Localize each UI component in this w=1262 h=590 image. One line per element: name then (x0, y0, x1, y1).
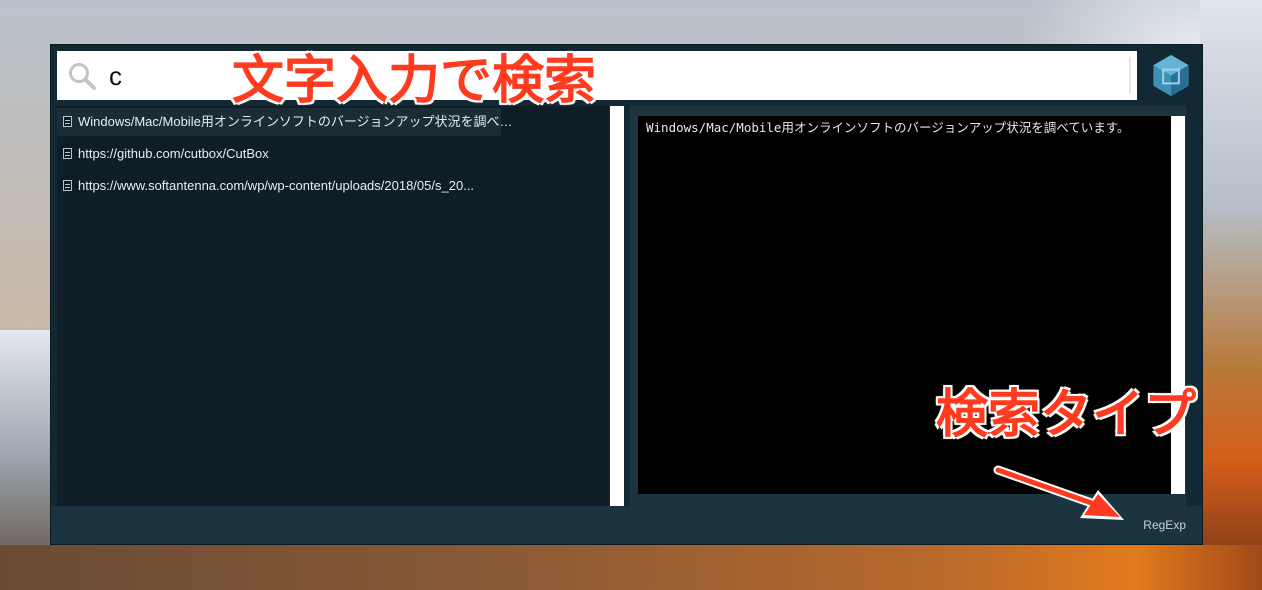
search-bar-edge (1129, 57, 1131, 94)
result-item-text: Windows/Mac/Mobile用オンラインソフトのバージョンアップ状況を調… (78, 114, 513, 129)
wallpaper-mountain-right (1200, 0, 1262, 590)
annotation-arrow-icon (993, 465, 1124, 520)
result-item[interactable]: https://github.com/cutbox/CutBox (57, 138, 609, 170)
search-type-button[interactable]: RegExp (1143, 518, 1186, 532)
document-icon (63, 180, 72, 191)
annotation-type-label: 検索タイプ (936, 385, 1197, 445)
panel-divider[interactable] (624, 106, 629, 506)
wallpaper-ground (0, 545, 1262, 590)
annotation-search-label: 文字入力で検索 (232, 51, 597, 111)
search-bar (57, 51, 1137, 100)
search-icon (69, 63, 96, 90)
result-item-text: https://github.com/cutbox/CutBox (78, 146, 269, 161)
results-panel: Windows/Mac/Mobile用オンラインソフトのバージョンアップ状況を調… (57, 106, 609, 506)
document-icon (63, 148, 72, 159)
result-item-text: https://www.softantenna.com/wp/wp-conten… (78, 178, 475, 193)
document-icon (63, 116, 72, 127)
cutbox-logo-icon[interactable] (1147, 52, 1195, 99)
results-scrollbar[interactable] (610, 106, 624, 506)
results-list: Windows/Mac/Mobile用オンラインソフトのバージョンアップ状況を調… (57, 106, 609, 202)
result-item[interactable]: https://www.softantenna.com/wp/wp-conten… (57, 170, 609, 202)
